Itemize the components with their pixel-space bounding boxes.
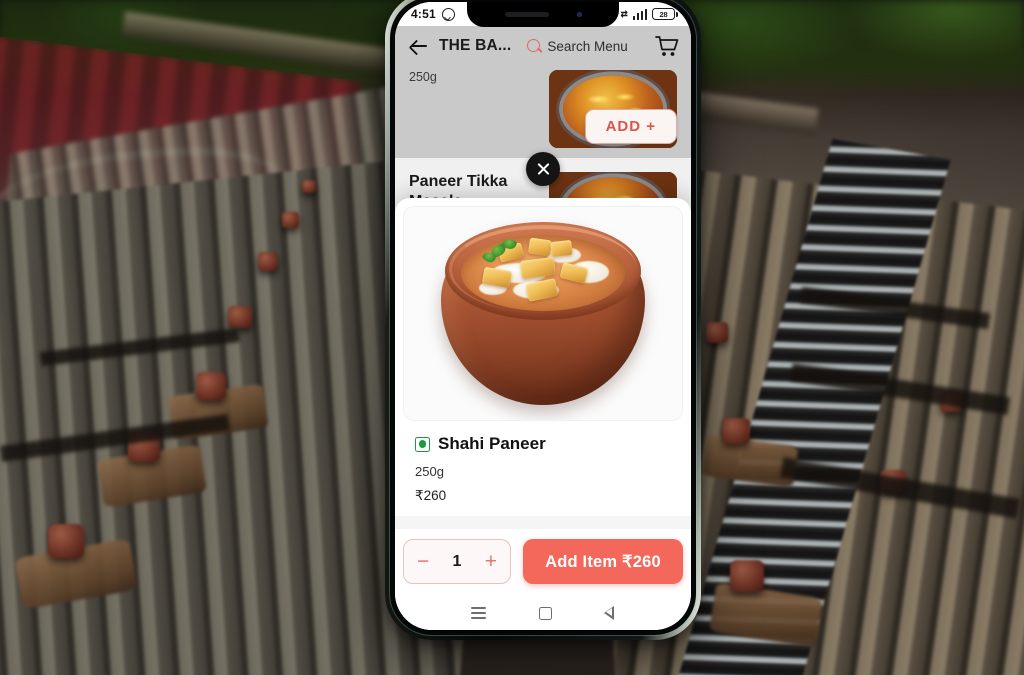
menu-row-text: 250g [409,70,549,148]
status-time: 4:51 [411,7,436,21]
veg-icon [415,436,430,452]
sheet-spacer [395,516,691,529]
search-menu-label: Search Menu [547,38,628,54]
rail-bolt [48,524,84,558]
cart-icon-svg [655,36,679,56]
rail-bolt [258,252,278,271]
decrement-button[interactable]: − [417,551,429,572]
status-bar-right: ⇄ 28 [620,7,678,21]
dish-info: Shahi Paneer 250g ₹260 [403,421,683,516]
phone-notch [467,2,619,27]
back-arrow-icon[interactable] [407,35,429,57]
rail-bolt [706,322,728,343]
home-icon[interactable] [538,606,552,620]
add-item-button[interactable]: Add Item ₹260 [523,539,683,584]
cart-icon[interactable] [655,35,679,57]
signal-bars-icon [632,8,647,20]
dish-title-row: Shahi Paneer [415,434,671,454]
whatsapp-icon [441,7,455,21]
dish-weight: 250g [415,464,444,479]
front-camera [576,12,582,17]
battery-icon: 28 [652,7,678,21]
paneer-cube [550,239,573,258]
search-menu-button[interactable]: Search Menu [527,38,628,54]
paneer-cube [520,257,556,280]
earpiece-speaker [504,12,549,17]
quantity-stepper[interactable]: − 1 + [403,539,511,584]
rail-bolt [730,560,764,592]
dish-price: ₹260 [415,488,447,503]
recents-icon[interactable] [471,607,487,619]
quantity-value: 1 [452,552,462,570]
phone-screen: 4:51 ⇄ 28 THE BA... Search Menu 250g ADD… [395,2,691,630]
search-icon [527,38,542,54]
dish-detail-sheet: Shahi Paneer 250g ₹260 − 1 + Add Item ₹2… [395,198,691,630]
app-header: THE BA... Search Menu [395,26,691,66]
close-icon[interactable] [526,152,560,186]
rail-bolt [282,212,299,228]
network-type-icon: ⇄ [620,8,628,20]
back-icon[interactable] [603,606,615,620]
menu-row[interactable]: 250g ADD + [395,66,691,158]
status-bar-left: 4:51 [411,7,455,21]
dish-name: Shahi Paneer [438,434,546,453]
curry-surface [461,235,625,312]
battery-level-label: 28 [659,9,668,19]
add-button[interactable]: ADD + [584,109,677,144]
increment-button[interactable]: + [485,551,497,572]
rail-bolt [228,306,252,328]
android-nav-bar [403,596,683,630]
rail-bolt [722,418,750,444]
shop-title: THE BA... [439,37,512,54]
action-bar: − 1 + Add Item ₹260 [395,529,691,596]
phone-body: 4:51 ⇄ 28 THE BA... Search Menu 250g ADD… [390,0,696,635]
menu-item-weight: 250g [409,70,437,84]
rail-bolt [302,180,316,193]
dish-photo [403,206,683,421]
rail-bolt [196,372,226,400]
paneer-cube [527,237,553,257]
phone-device: 4:51 ⇄ 28 THE BA... Search Menu 250g ADD… [385,0,701,640]
